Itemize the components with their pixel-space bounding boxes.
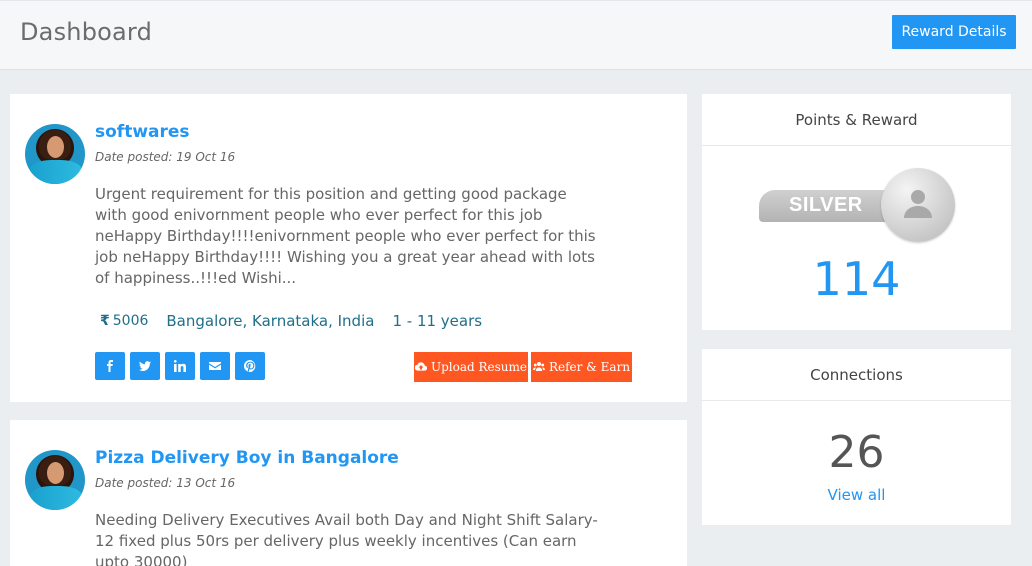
job-description: Urgent requirement for this position and… [95, 185, 596, 287]
avatar [25, 124, 85, 184]
page-title: Dashboard [20, 18, 153, 46]
cloud-upload-icon [414, 362, 427, 371]
job-description: Needing Delivery Executives Avail both D… [95, 511, 598, 566]
job-title[interactable]: softwares [95, 122, 190, 142]
share-buttons [95, 352, 265, 380]
job-meta: ₹5006 Bangalore, Karnataka, India 1 - 11… [100, 312, 482, 330]
facebook-icon[interactable] [95, 352, 125, 380]
points-reward-card: Points & Reward SILVER 114 [702, 94, 1011, 330]
connections-title: Connections [702, 349, 1011, 401]
rupee-icon: ₹ [100, 313, 110, 329]
pinterest-icon[interactable] [235, 352, 265, 380]
avatar [25, 450, 85, 510]
upload-resume-button[interactable]: Upload Resume [414, 352, 528, 382]
mail-icon[interactable] [200, 352, 230, 380]
medal [881, 168, 955, 242]
points-value: 114 [812, 252, 901, 306]
connections-card: Connections 26 View all [702, 349, 1011, 525]
date-posted: Date posted: 13 Oct 16 [95, 476, 236, 490]
users-icon [532, 362, 545, 371]
tier-label: SILVER [789, 194, 863, 216]
twitter-icon[interactable] [130, 352, 160, 380]
refer-earn-button[interactable]: Refer & Earn [531, 352, 632, 382]
reward-details-button[interactable]: Reward Details [892, 15, 1016, 49]
top-bar: Dashboard Reward Details [0, 0, 1032, 70]
job-card: softwares Date posted: 19 Oct 16 Urgent … [10, 94, 687, 402]
salary: ₹5006 [100, 313, 148, 329]
silver-badge: SILVER [759, 168, 955, 242]
connections-count: 26 [828, 427, 885, 478]
job-experience: 1 - 11 years [392, 312, 483, 330]
points-reward-title: Points & Reward [702, 94, 1011, 146]
job-title[interactable]: Pizza Delivery Boy in Bangalore [95, 448, 399, 468]
refer-earn-label: Refer & Earn [548, 360, 631, 374]
user-icon [904, 190, 932, 218]
view-all-link[interactable]: View all [702, 486, 1011, 504]
job-card: Pizza Delivery Boy in Bangalore Date pos… [10, 420, 687, 566]
upload-resume-label: Upload Resume [430, 360, 527, 374]
salary-value: 5006 [112, 313, 149, 329]
job-location: Bangalore, Karnataka, India [166, 312, 375, 330]
date-posted: Date posted: 19 Oct 16 [95, 150, 236, 164]
linkedin-icon[interactable] [165, 352, 195, 380]
